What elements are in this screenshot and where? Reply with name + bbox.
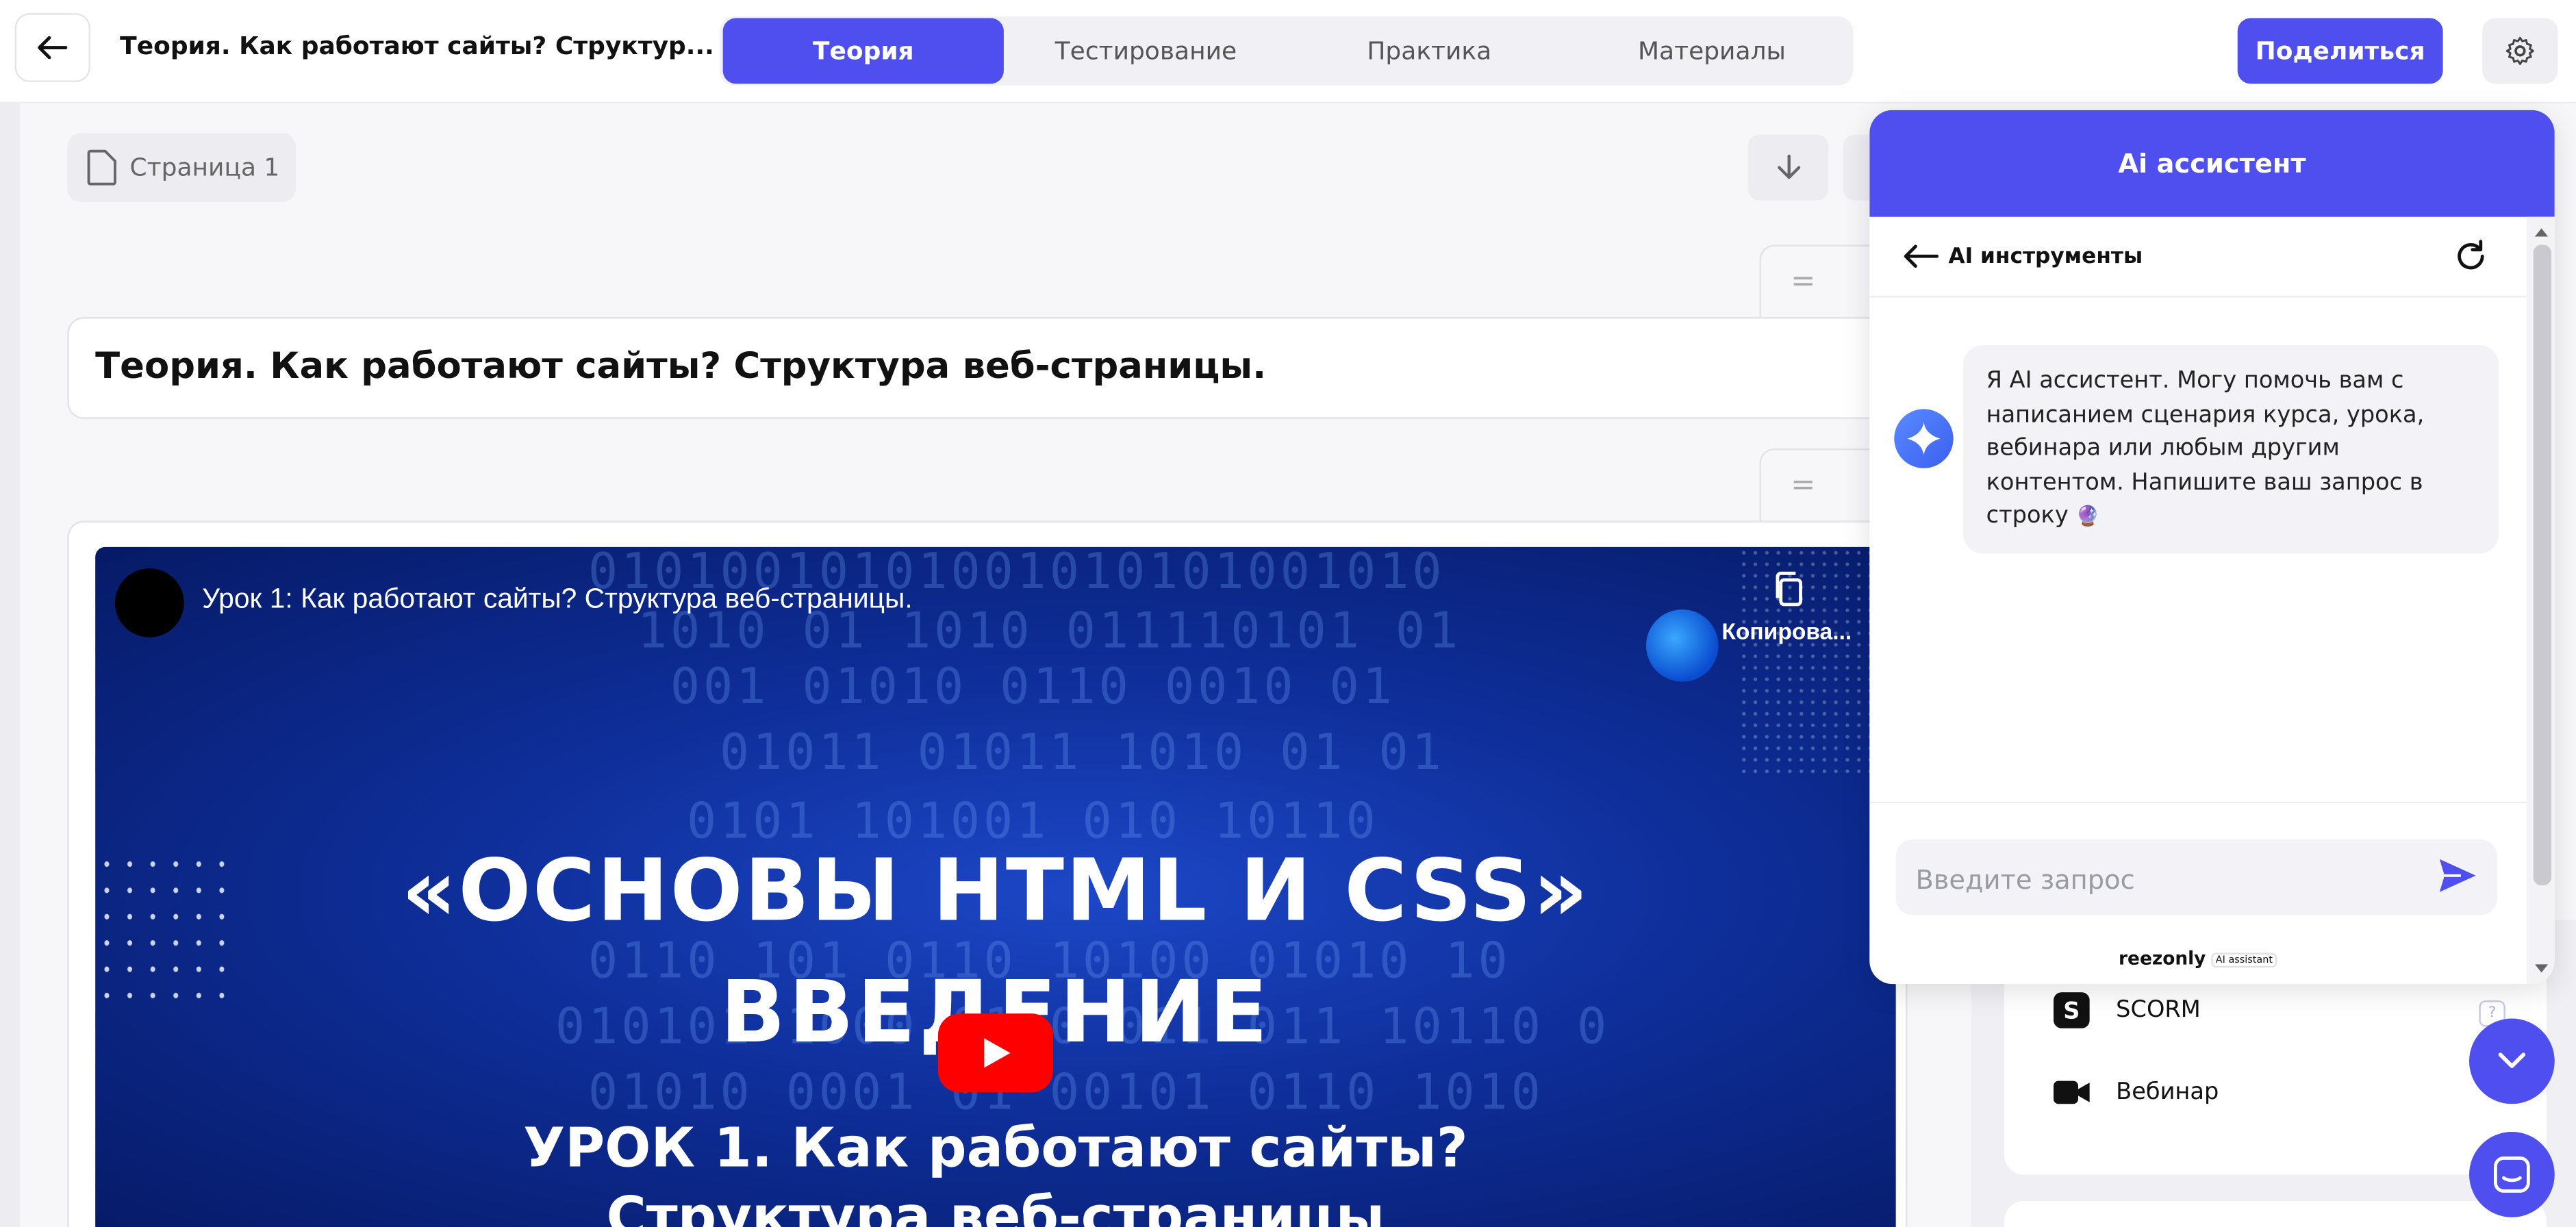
tab-practice[interactable]: Практика <box>1288 18 1571 84</box>
chat-header-title: Ai ассистент <box>1869 110 2555 217</box>
copy-link-label: Копирова... <box>1721 618 1852 644</box>
tab-materials[interactable]: Материалы <box>1571 18 1854 84</box>
tab-testing[interactable]: Тестирование <box>1004 18 1288 84</box>
sparkle-icon <box>1907 422 1941 455</box>
video-player[interactable]: 01010010101001010101001010 1010 01 1010 … <box>95 546 1896 1227</box>
refresh-button[interactable] <box>2453 238 2489 281</box>
download-button[interactable] <box>1747 134 1829 201</box>
send-button[interactable] <box>2438 857 2477 900</box>
gear-icon <box>2505 36 2534 65</box>
drag-icon: = <box>1791 264 1816 299</box>
page-selector[interactable]: Страница 1 <box>67 133 296 203</box>
share-button[interactable]: Поделиться <box>2237 18 2443 84</box>
support-chat-button[interactable] <box>2468 1132 2555 1217</box>
block-title: Теория. Как работают сайты? Структура ве… <box>95 346 1267 388</box>
divider <box>1869 801 2527 804</box>
orb-decoration <box>1645 609 1719 682</box>
settings-button[interactable] <box>2482 18 2558 84</box>
video-heading: Структура веб-страницы <box>606 1184 1385 1227</box>
video-title[interactable]: Урок 1: Как работают сайты? Структура ве… <box>202 583 913 616</box>
ai-avatar <box>1894 409 1954 468</box>
brand-name: reezonly <box>2119 948 2206 970</box>
block-type-webinar[interactable]: Вебинар <box>2054 1078 2219 1107</box>
arrow-left-icon <box>1904 244 1939 268</box>
video-heading: «ОСНОВЫ HTML И CSS» <box>401 842 1590 941</box>
refresh-icon <box>2458 240 2484 270</box>
document-icon <box>87 149 116 186</box>
channel-avatar[interactable] <box>114 568 184 637</box>
page-label: Страница 1 <box>129 153 280 183</box>
assistant-message-text: Я AI ассистент. Могу помочь вам с написа… <box>1986 368 2425 529</box>
scroll-up-icon[interactable] <box>2534 225 2550 238</box>
back-button[interactable] <box>14 13 90 82</box>
play-button[interactable] <box>937 1013 1053 1093</box>
scorm-icon: S <box>2054 992 2090 1028</box>
binary-decoration: 01011 01011 1010 01 01 <box>719 724 1445 783</box>
brand-footer: reezonly AI assistant <box>1869 948 2527 970</box>
block-type-scorm[interactable]: S SCORM <box>2054 992 2201 1028</box>
binary-decoration: 01010 0001 01 00101 0110 1010 <box>588 1064 1544 1122</box>
svg-text:S: S <box>2063 998 2080 1024</box>
binary-decoration: 001 01010 0110 0010 01 <box>670 659 1396 717</box>
play-icon <box>984 1038 1011 1068</box>
editor-scrollbar[interactable] <box>0 101 20 1227</box>
arrow-left-icon <box>38 36 68 60</box>
chat-input-box[interactable] <box>1895 839 2497 919</box>
title-block[interactable]: Теория. Как работают сайты? Структура ве… <box>67 317 1908 419</box>
scroll-down-icon[interactable] <box>2534 963 2550 976</box>
block-type-label: Вебинар <box>2116 1079 2219 1106</box>
block-type-label: SCORM <box>2116 997 2201 1024</box>
ai-tools-back-link[interactable]: AI инструменты <box>1869 217 2527 298</box>
tab-bar: Теория Тестирование Практика Материалы <box>719 16 1854 86</box>
crystal-ball-icon: 🔮 <box>2075 504 2101 528</box>
drag-icon: = <box>1791 468 1816 503</box>
chat-scrollbar-thumb[interactable] <box>2533 244 2551 886</box>
chevron-down-icon <box>2498 1052 2526 1068</box>
video-camera-icon <box>2054 1080 2090 1104</box>
ai-assistant-panel: Ai ассистент AI инструменты Я AI ассисте… <box>1869 110 2555 985</box>
tab-theory[interactable]: Теория <box>722 18 1004 84</box>
chat-input[interactable] <box>1912 839 2429 919</box>
ai-tools-label: AI инструменты <box>1948 244 2143 269</box>
chat-icon <box>2493 1156 2530 1193</box>
arrow-down-icon <box>1776 154 1800 179</box>
video-heading: УРОК 1. Как работают сайты? <box>523 1115 1468 1180</box>
send-icon <box>2439 859 2476 892</box>
copy-icon <box>1776 571 1802 607</box>
side-card <box>2004 1200 2547 1227</box>
brand-badge: AI assistant <box>2210 952 2278 967</box>
copy-link-button[interactable] <box>1771 570 1807 616</box>
collapse-chat-button[interactable] <box>2468 1018 2555 1104</box>
document-title: Теория. Как работают сайты? Структур... <box>120 31 714 61</box>
assistant-message: Я AI ассистент. Могу помочь вам с написа… <box>1963 344 2499 554</box>
